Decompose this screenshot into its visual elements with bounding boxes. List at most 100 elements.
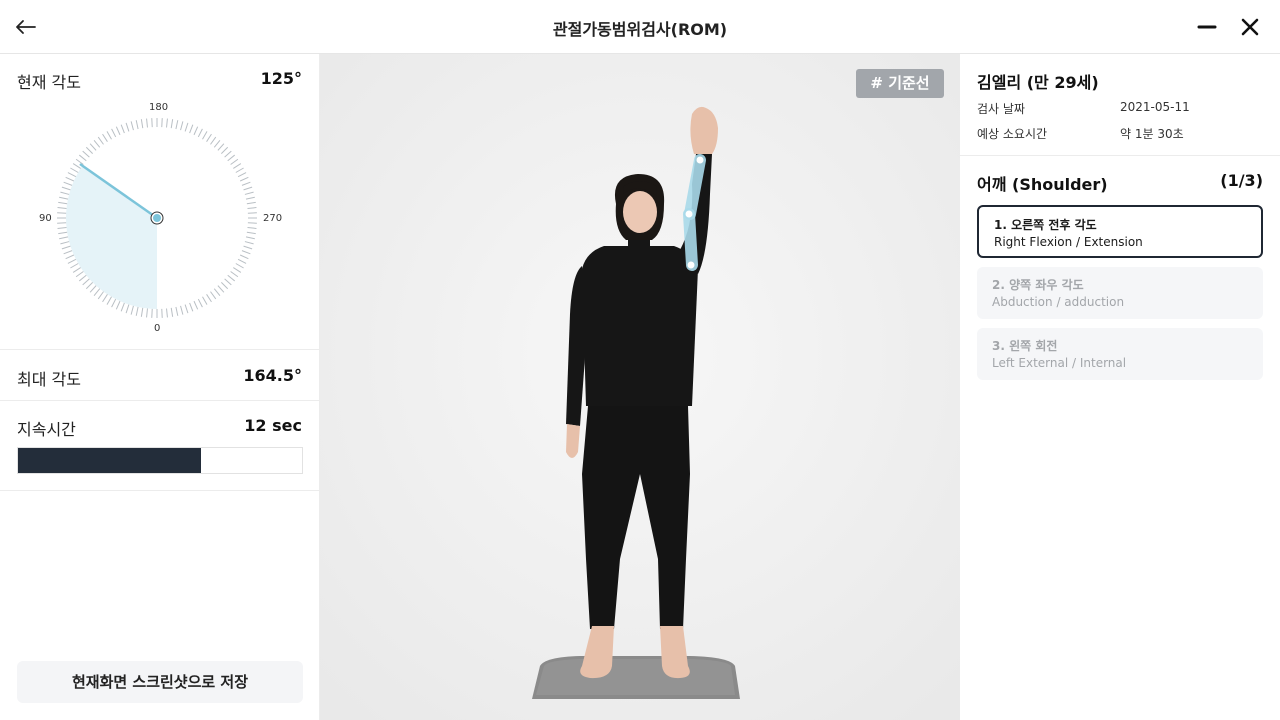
- max-angle-label: 최대 각도: [17, 370, 81, 389]
- dial-tick: [220, 146, 229, 155]
- grid-hash-icon: #: [870, 74, 883, 92]
- dial-tick: [243, 245, 253, 250]
- dial-tick: [63, 181, 73, 186]
- dial-tick: [210, 291, 217, 300]
- dial-tick: [65, 254, 75, 260]
- dial-tick: [146, 118, 148, 128]
- dial-tick: [70, 263, 79, 269]
- divider: [0, 400, 320, 401]
- dial-tick: [245, 196, 255, 200]
- dial-tick: [210, 136, 217, 145]
- duration-estimate-value: 약 1분 30초: [1120, 127, 1184, 141]
- duration-value: 12 sec: [244, 416, 302, 435]
- dial-tick: [111, 128, 117, 138]
- dial-tick: [202, 131, 208, 140]
- person-photo: [320, 54, 960, 720]
- section-title: 어깨 (Shoulder): [977, 175, 1108, 194]
- dial-tick: [247, 207, 257, 209]
- test-item-subtitle: Abduction / adduction: [992, 295, 1125, 309]
- dial-tick: [170, 307, 174, 317]
- dial-tick: [247, 227, 257, 229]
- dial-tick: [125, 122, 130, 132]
- test-item-abduction[interactable]: 2. 양쪽 좌우 각도 Abduction / adduction: [977, 267, 1263, 319]
- angle-dial: 180 90 270 0: [35, 101, 283, 341]
- dial-tick: [235, 167, 244, 173]
- test-item-left-rotation[interactable]: 3. 왼쪽 회전 Left External / Internal: [977, 328, 1263, 380]
- minimize-button[interactable]: [1193, 13, 1221, 41]
- dial-tick: [106, 131, 112, 140]
- dial-tick: [120, 124, 125, 134]
- dial-tick: [166, 308, 168, 318]
- dial-tick: [233, 163, 242, 169]
- dial-tick: [235, 263, 244, 269]
- dial-tick: [175, 120, 179, 130]
- camera-view: # 기준선: [320, 54, 960, 720]
- dial-tick: [217, 143, 225, 151]
- dial-tick: [189, 302, 194, 312]
- dial-tick: [82, 278, 90, 286]
- dial-tick: [75, 158, 84, 165]
- dial-tick: [213, 288, 221, 297]
- dial-label-bottom: 0: [154, 323, 161, 334]
- dial-tick: [241, 250, 251, 255]
- test-item-right-flexion[interactable]: 1. 오른쪽 전후 각도 Right Flexion / Extension: [977, 205, 1263, 258]
- dial-tick: [97, 136, 104, 145]
- minus-icon: [1197, 25, 1217, 29]
- dial-tick: [61, 245, 71, 250]
- duration-progress-bar: [17, 447, 303, 474]
- dial-tick: [206, 294, 212, 303]
- dial-tick: [85, 281, 94, 290]
- dial-tick: [237, 258, 247, 264]
- dial-tick: [213, 139, 221, 148]
- dial-tick: [120, 302, 125, 312]
- angle-dial-graphic: [57, 118, 257, 318]
- dial-tick: [72, 163, 81, 169]
- dial-tick: [184, 304, 189, 314]
- baseline-toggle-button[interactable]: # 기준선: [856, 69, 944, 98]
- dial-tick: [59, 196, 69, 200]
- close-button[interactable]: [1236, 13, 1264, 41]
- test-date-value: 2021-05-11: [1120, 100, 1190, 114]
- dial-tick: [93, 288, 101, 297]
- dial-tick: [60, 191, 70, 195]
- test-item-subtitle: Right Flexion / Extension: [994, 235, 1143, 249]
- duration-progress-fill: [18, 448, 202, 473]
- dial-tick: [197, 128, 203, 138]
- measurement-panel: 현재 각도 125° 180 90 270 0 최대 각도 164.5° 지속시…: [0, 54, 320, 720]
- dial-tick: [245, 236, 255, 240]
- test-item-title: 2. 양쪽 좌우 각도: [992, 278, 1084, 292]
- dial-tick: [140, 119, 144, 129]
- dial-tick: [102, 133, 108, 142]
- dial-tick: [102, 294, 108, 303]
- test-item-subtitle: Left External / Internal: [992, 356, 1127, 370]
- dial-tick: [58, 201, 68, 205]
- dial-tick: [246, 231, 256, 235]
- dial-tick: [125, 304, 130, 314]
- rom-test-screen: 관절가동범위검사(ROM) 현재 각도 125° 180 90 270 0 최대…: [0, 0, 1280, 720]
- dial-tick: [244, 191, 254, 195]
- dial-tick: [206, 133, 212, 142]
- dial-tick: [115, 126, 121, 136]
- dial-tick: [140, 307, 144, 317]
- save-screenshot-button[interactable]: 현재화면 스크린샷으로 저장: [17, 661, 303, 703]
- dial-label-left: 90: [39, 213, 52, 224]
- test-item-title: 1. 오른쪽 전후 각도: [994, 218, 1097, 232]
- divider: [0, 349, 320, 350]
- dial-tick: [189, 124, 194, 134]
- patient-panel: 김엘리 (만 29세) 검사 날짜 2021-05-11 예상 소요시간 약 1…: [960, 54, 1280, 720]
- test-date-label: 검사 날짜: [977, 102, 1025, 116]
- dial-tick: [193, 126, 199, 136]
- divider: [960, 155, 1280, 156]
- dial-tick: [230, 158, 239, 165]
- dial-tick: [135, 306, 139, 316]
- dial-tick: [227, 274, 236, 282]
- dial-tick: [75, 271, 84, 278]
- dial-label-right: 270: [263, 213, 283, 224]
- close-icon: [1241, 18, 1259, 36]
- dial-tick: [184, 122, 189, 132]
- dial-tick: [89, 285, 97, 293]
- current-angle-value: 125°: [260, 69, 302, 88]
- dial-tick: [59, 236, 69, 240]
- dial-tick: [61, 186, 71, 191]
- dial-tick: [58, 231, 68, 235]
